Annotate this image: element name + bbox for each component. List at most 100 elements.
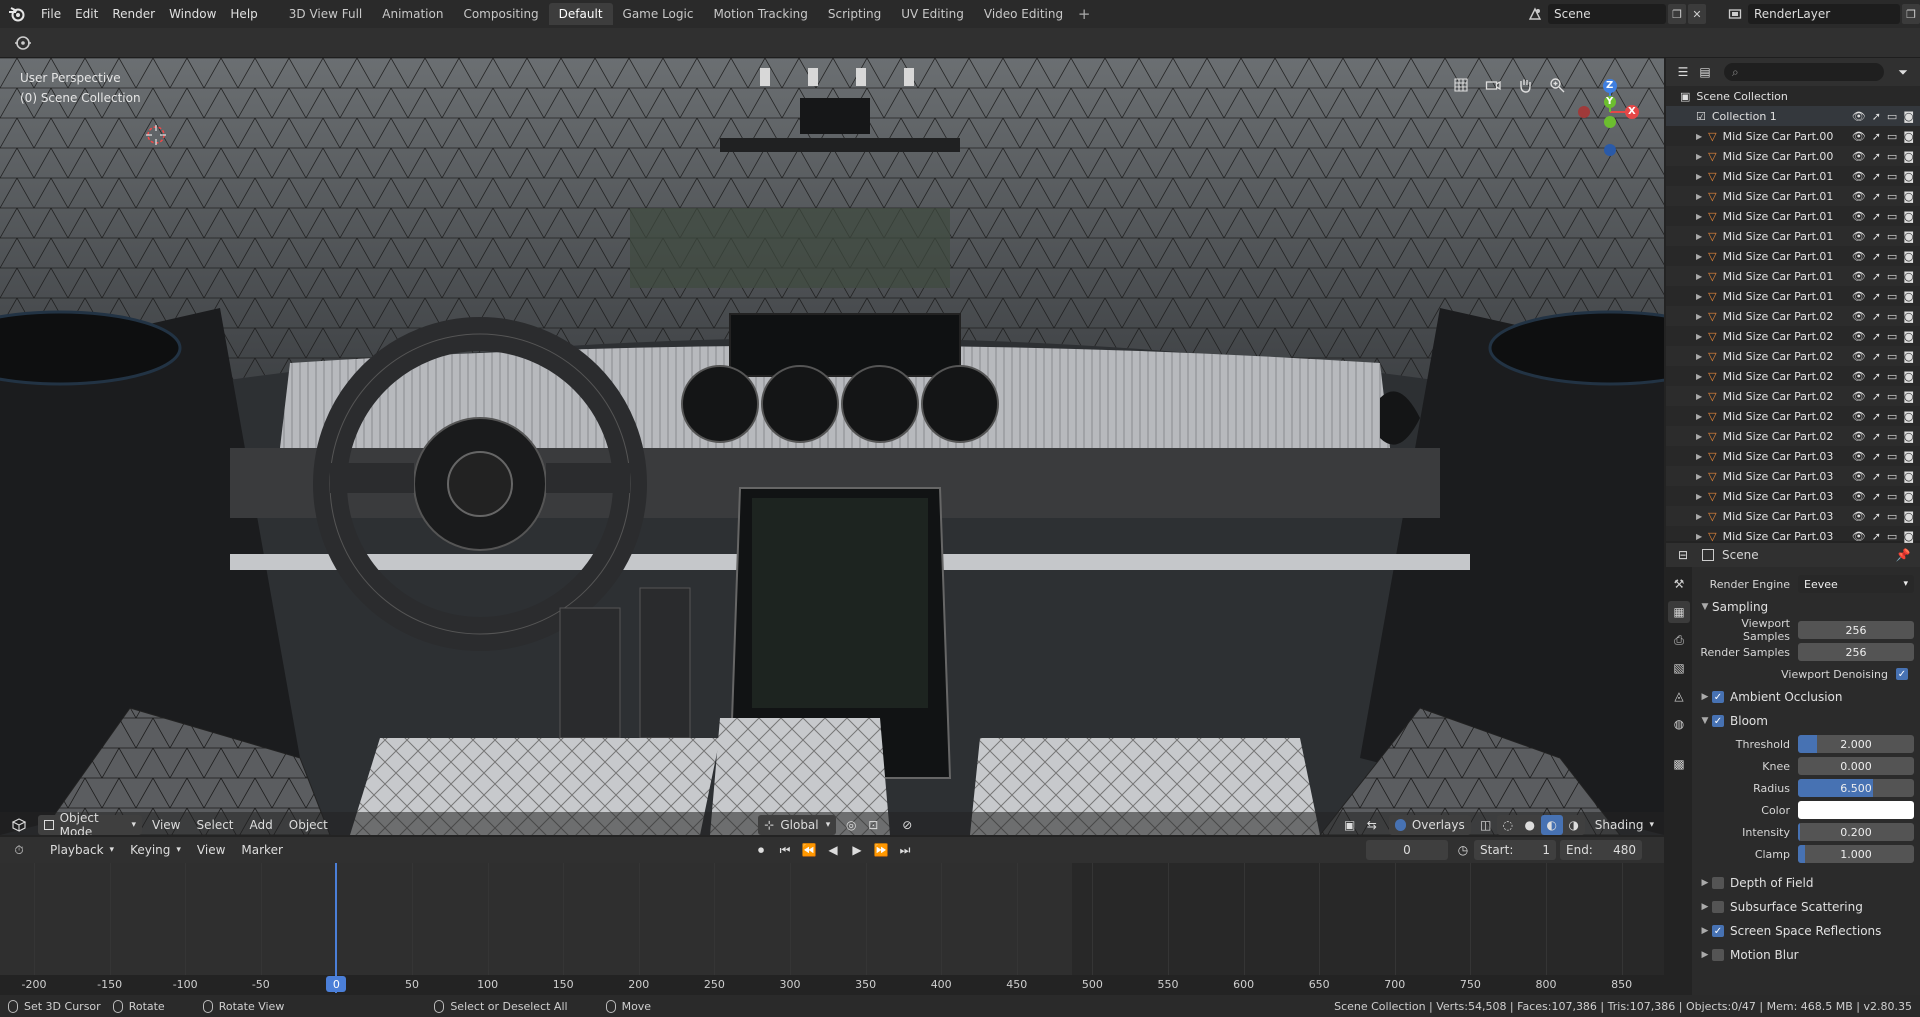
play-icon[interactable]: ▶	[846, 840, 868, 860]
select-arrow-icon[interactable]: ➚	[1872, 510, 1881, 523]
select-arrow-icon[interactable]: ➚	[1872, 450, 1881, 463]
tab-default[interactable]: Default	[548, 3, 613, 25]
solid-shading-icon[interactable]: ●	[1519, 815, 1541, 835]
outliner-object-row[interactable]: ▶ ▽ Mid Size Car Part.03 👁 ➚ ▭ ◙	[1666, 466, 1920, 486]
add-workspace-icon[interactable]: +	[1073, 3, 1095, 25]
select-arrow-icon[interactable]: ➚	[1872, 130, 1881, 143]
snap-icon[interactable]: ⊡	[862, 815, 884, 835]
lookdev-shading-icon[interactable]: ◐	[1540, 815, 1563, 835]
outliner-object-row[interactable]: ▶ ▽ Mid Size Car Part.01 👁 ➚ ▭ ◙	[1666, 246, 1920, 266]
scene-name-field[interactable]: Scene	[1548, 4, 1666, 24]
expand-arrow-icon[interactable]: ▶	[1696, 372, 1702, 381]
current-frame-field[interactable]: 0	[1366, 840, 1448, 860]
transform-tool-icon[interactable]	[12, 33, 34, 56]
monitor-icon[interactable]: ▭	[1887, 270, 1897, 283]
camera-icon[interactable]: ◙	[1903, 170, 1914, 183]
eye-icon[interactable]: 👁	[1852, 290, 1866, 303]
camera-icon[interactable]: ◙	[1903, 350, 1914, 363]
monitor-icon[interactable]: ▭	[1887, 290, 1897, 303]
monitor-icon[interactable]: ▭	[1887, 370, 1897, 383]
rendered-shading-icon[interactable]: ◑	[1563, 815, 1585, 835]
outliner-object-row[interactable]: ▶ ▽ Mid Size Car Part.01 👁 ➚ ▭ ◙	[1666, 266, 1920, 286]
texture-tab-icon[interactable]: ▩	[1668, 753, 1690, 775]
eye-icon[interactable]: 👁	[1852, 410, 1866, 423]
motion-blur-checkbox[interactable]	[1712, 949, 1724, 961]
outliner-object-row[interactable]: ▶ ▽ Mid Size Car Part.02 👁 ➚ ▭ ◙	[1666, 306, 1920, 326]
editor-type-3d-icon[interactable]	[8, 815, 30, 835]
duplicate-scene-icon[interactable]: ❐	[1668, 4, 1686, 24]
outliner-object-row[interactable]: ▶ ▽ Mid Size Car Part.03 👁 ➚ ▭ ◙	[1666, 506, 1920, 526]
monitor-icon[interactable]: ▭	[1887, 350, 1897, 363]
camera-icon[interactable]: ◙	[1903, 250, 1914, 263]
select-arrow-icon[interactable]: ➚	[1872, 390, 1881, 403]
3d-viewport[interactable]: User Perspective (0) Scene Collection Z …	[0, 58, 1664, 835]
select-arrow-icon[interactable]: ➚	[1872, 170, 1881, 183]
camera-icon[interactable]: ◙	[1903, 530, 1914, 543]
outliner-object-row[interactable]: ▶ ▽ Mid Size Car Part.02 👁 ➚ ▭ ◙	[1666, 426, 1920, 446]
editor-type-timeline-icon[interactable]: ⏱	[8, 840, 30, 860]
jump-prev-keyframe-icon[interactable]: ⏪	[798, 840, 820, 860]
camera-icon[interactable]: ◙	[1903, 230, 1914, 243]
outliner-object-row[interactable]: ▶ ▽ Mid Size Car Part.03 👁 ➚ ▭ ◙	[1666, 446, 1920, 466]
viewport-samples-field[interactable]: 256	[1798, 621, 1914, 639]
screen-space-reflections-checkbox[interactable]: ✓	[1712, 925, 1724, 937]
blender-logo-icon[interactable]	[0, 0, 34, 28]
ambient-occlusion-checkbox[interactable]: ✓	[1712, 691, 1724, 703]
render-tab-icon[interactable]: ▦	[1668, 601, 1690, 623]
camera-icon[interactable]: ◙	[1903, 210, 1914, 223]
eye-icon[interactable]: 👁	[1852, 270, 1866, 283]
eye-icon[interactable]: 👁	[1852, 370, 1866, 383]
timeline-menu-view[interactable]: View	[191, 840, 231, 860]
monitor-icon[interactable]: ▭	[1887, 110, 1897, 123]
select-arrow-icon[interactable]: ➚	[1872, 210, 1881, 223]
xray-toggle-icon[interactable]: ◫	[1475, 815, 1497, 835]
expand-arrow-icon[interactable]: ▶	[1696, 212, 1702, 221]
camera-icon[interactable]: ◙	[1903, 490, 1914, 503]
expand-arrow-icon[interactable]: ▶	[1696, 432, 1702, 441]
render-layer-name-field[interactable]: RenderLayer	[1748, 4, 1900, 24]
outliner-scene-collection[interactable]: ▣ Scene Collection	[1666, 86, 1920, 106]
eye-icon[interactable]: 👁	[1852, 510, 1866, 523]
bloom-panel-header[interactable]: ▼ ✓ Bloom	[1698, 709, 1914, 733]
world-tab-icon[interactable]: ◍	[1668, 713, 1690, 735]
expand-arrow-icon[interactable]: ▶	[1696, 452, 1702, 461]
menu-render[interactable]: Render	[105, 0, 162, 28]
jump-start-icon[interactable]: ⏮	[774, 840, 796, 860]
select-arrow-icon[interactable]: ➚	[1872, 470, 1881, 483]
tab-scripting[interactable]: Scripting	[818, 3, 891, 25]
close-scene-icon[interactable]: ✕	[1688, 4, 1706, 24]
tool-tab-icon[interactable]: ⚒	[1668, 573, 1690, 595]
outliner-object-row[interactable]: ▶ ▽ Mid Size Car Part.03 👁 ➚ ▭ ◙	[1666, 486, 1920, 506]
timeline-menu-keying[interactable]: Keying ▾	[124, 840, 187, 860]
select-arrow-icon[interactable]: ➚	[1872, 150, 1881, 163]
camera-icon[interactable]: ◙	[1903, 130, 1914, 143]
select-arrow-icon[interactable]: ➚	[1872, 190, 1881, 203]
gizmo-toggle-icon[interactable]: ⇆	[1361, 815, 1383, 835]
camera-icon[interactable]: ◙	[1903, 410, 1914, 423]
panel-header-motion-blur[interactable]: ▶ Motion Blur	[1698, 943, 1914, 967]
expand-arrow-icon[interactable]: ▶	[1696, 492, 1702, 501]
select-arrow-icon[interactable]: ➚	[1872, 530, 1881, 543]
frame-ruler[interactable]: -200 -150 -100 -50 0 50 100 150 200 250 300 350 400 4…	[0, 975, 1664, 993]
camera-icon[interactable]: ◙	[1903, 110, 1914, 123]
jump-next-keyframe-icon[interactable]: ⏩	[870, 840, 892, 860]
view-object-types-icon[interactable]: ▣	[1339, 815, 1361, 835]
select-arrow-icon[interactable]: ➚	[1872, 250, 1881, 263]
camera-icon[interactable]: ◙	[1903, 270, 1914, 283]
camera-icon[interactable]: ◙	[1903, 290, 1914, 303]
monitor-icon[interactable]: ▭	[1887, 470, 1897, 483]
camera-icon[interactable]: ◙	[1903, 150, 1914, 163]
viewport-menu-view[interactable]: View	[146, 815, 186, 835]
monitor-icon[interactable]: ▭	[1887, 170, 1897, 183]
select-arrow-icon[interactable]: ➚	[1872, 270, 1881, 283]
timeline-menu-playback[interactable]: Playback ▾	[44, 840, 120, 860]
outliner-object-row[interactable]: ▶ ▽ Mid Size Car Part.01 👁 ➚ ▭ ◙	[1666, 206, 1920, 226]
expand-arrow-icon[interactable]: ▶	[1696, 252, 1702, 261]
expand-arrow-icon[interactable]: ▶	[1696, 272, 1702, 281]
duplicate-layer-icon[interactable]: ❐	[1902, 4, 1920, 24]
expand-arrow-icon[interactable]: ▶	[1696, 312, 1702, 321]
expand-arrow-icon[interactable]: ▶	[1696, 472, 1702, 481]
playhead[interactable]	[335, 863, 338, 993]
monitor-icon[interactable]: ▭	[1887, 410, 1897, 423]
pin-icon[interactable]: 📌	[1892, 545, 1914, 565]
